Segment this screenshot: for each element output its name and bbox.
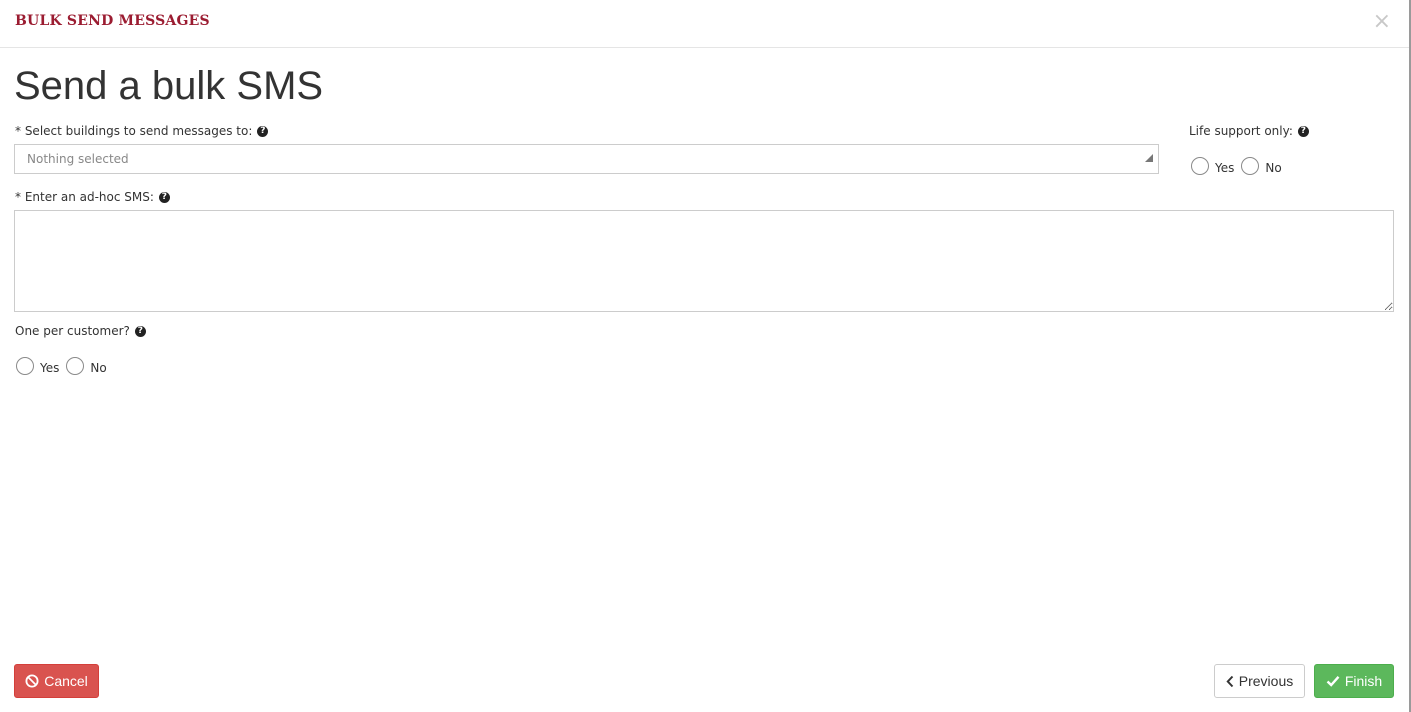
- life-support-no-label: No: [1265, 161, 1282, 175]
- one-per-customer-no-radio[interactable]: [66, 357, 85, 375]
- check-icon: [1326, 675, 1340, 687]
- close-icon[interactable]: ×: [1373, 10, 1391, 34]
- life-support-label-row: Life support only: ?: [1189, 124, 1309, 138]
- finish-button[interactable]: Finish: [1314, 664, 1394, 698]
- one-per-customer-yes-label: Yes: [40, 361, 60, 375]
- one-per-customer-label: One per customer?: [15, 324, 130, 338]
- finish-button-label: Finish: [1344, 673, 1383, 689]
- help-icon[interactable]: ?: [158, 191, 170, 203]
- life-support-radio-group: Yes No: [1191, 157, 1289, 175]
- buildings-select-placeholder: Nothing selected: [27, 152, 129, 166]
- sms-label: * Enter an ad-hoc SMS:: [15, 190, 154, 204]
- previous-button[interactable]: Previous: [1214, 664, 1305, 698]
- help-icon[interactable]: ?: [257, 125, 269, 137]
- modal-header: BULK SEND MESSAGES ×: [0, 0, 1409, 48]
- chevron-left-icon: [1226, 675, 1234, 688]
- cancel-button-label: Cancel: [44, 673, 88, 689]
- one-per-customer-label-row: One per customer? ?: [15, 324, 146, 338]
- life-support-yes-label: Yes: [1215, 161, 1235, 175]
- sms-label-row: * Enter an ad-hoc SMS: ?: [15, 190, 170, 204]
- life-support-yes-radio[interactable]: [1191, 157, 1209, 175]
- modal-title: BULK SEND MESSAGES: [15, 13, 210, 29]
- sms-textarea[interactable]: [14, 210, 1394, 312]
- help-icon[interactable]: ?: [1297, 125, 1309, 137]
- buildings-label: * Select buildings to send messages to:: [15, 124, 253, 138]
- one-per-customer-yes-radio[interactable]: [16, 357, 34, 375]
- page-title: Send a bulk SMS: [14, 64, 324, 108]
- help-icon[interactable]: ?: [134, 325, 146, 337]
- life-support-no-radio[interactable]: [1241, 157, 1260, 175]
- buildings-label-row: * Select buildings to send messages to: …: [15, 124, 269, 138]
- previous-button-label: Previous: [1238, 673, 1294, 689]
- cancel-button[interactable]: Cancel: [14, 664, 99, 698]
- one-per-customer-radio-group: Yes No: [16, 357, 114, 375]
- buildings-select[interactable]: Nothing selected: [14, 144, 1159, 174]
- life-support-label: Life support only:: [1189, 124, 1293, 138]
- one-per-customer-no-label: No: [90, 361, 107, 375]
- bulk-send-modal: BULK SEND MESSAGES × Send a bulk SMS * S…: [0, 0, 1411, 712]
- dropdown-arrow-icon: [1145, 154, 1153, 162]
- ban-icon: [25, 674, 39, 688]
